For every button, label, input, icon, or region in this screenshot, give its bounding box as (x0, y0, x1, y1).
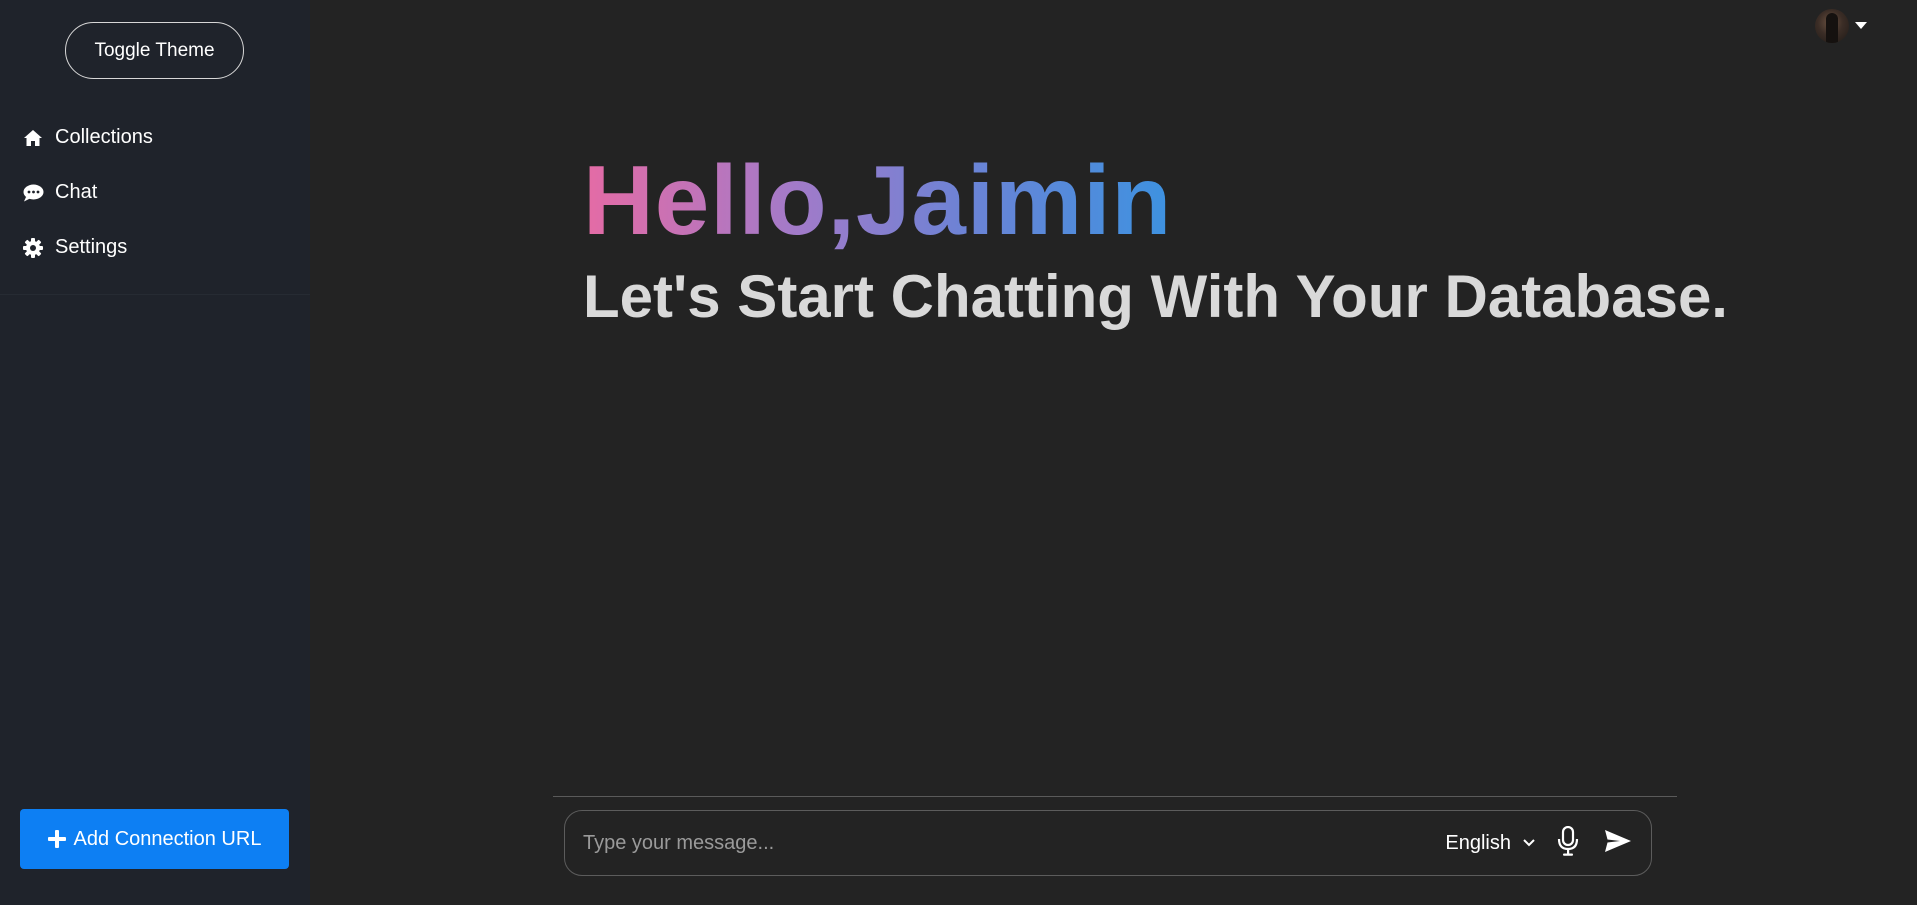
add-connection-button[interactable]: Add Connection URL (20, 809, 289, 869)
sidebar-item-chat[interactable]: Chat (0, 165, 310, 220)
toggle-theme-button[interactable]: Toggle Theme (65, 22, 244, 79)
avatar (1815, 9, 1849, 43)
message-input[interactable] (565, 811, 1446, 875)
home-icon (22, 127, 44, 149)
sidebar-item-label: Collections (55, 126, 153, 148)
sidebar-divider (0, 294, 310, 295)
send-button[interactable] (1601, 826, 1635, 860)
comment-icon (22, 182, 44, 204)
sidebar-item-label: Settings (55, 236, 128, 258)
sidebar: Toggle Theme Collections Chat Settings A… (0, 0, 310, 905)
microphone-button[interactable] (1551, 825, 1585, 861)
language-select[interactable]: English (1445, 832, 1535, 855)
microphone-icon (1557, 825, 1579, 861)
greeting-subtitle: Let's Start Chatting With Your Database. (583, 263, 1728, 330)
user-menu[interactable] (1815, 9, 1867, 43)
sidebar-item-label: Chat (55, 181, 98, 203)
sidebar-nav: Collections Chat Settings (0, 110, 310, 275)
send-icon (1604, 829, 1632, 858)
greeting-title: Hello,Jaimin (583, 141, 1172, 259)
language-label: English (1445, 831, 1511, 854)
composer-divider (553, 796, 1677, 797)
plus-icon (47, 830, 66, 848)
gear-icon (22, 237, 44, 259)
sidebar-item-settings[interactable]: Settings (0, 220, 310, 275)
app-root: Toggle Theme Collections Chat Settings A… (0, 0, 1917, 905)
caret-down-icon (1855, 22, 1867, 30)
message-composer: English (564, 810, 1652, 876)
chevron-down-icon (1523, 839, 1535, 847)
sidebar-item-collections[interactable]: Collections (0, 110, 310, 165)
add-connection-label: Add Connection URL (73, 827, 262, 850)
